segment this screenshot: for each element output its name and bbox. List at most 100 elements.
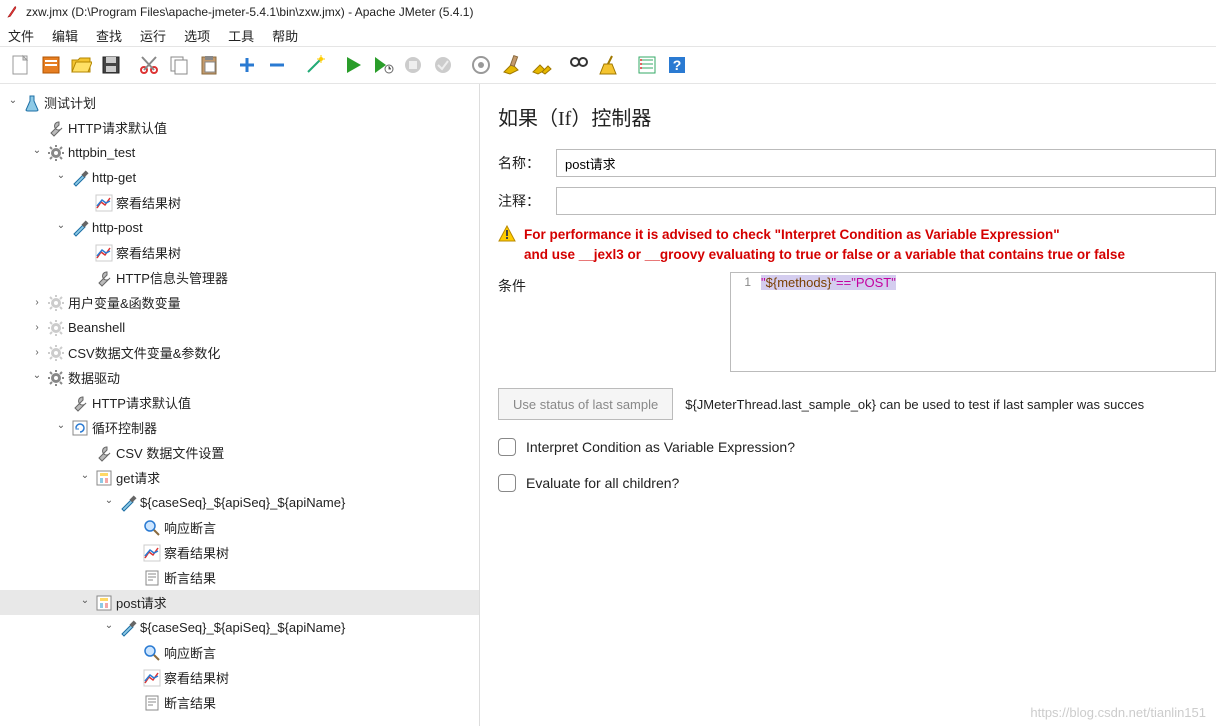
tree-row[interactable]: ⌄httpbin_test bbox=[0, 140, 479, 165]
menu-文件[interactable]: 文件 bbox=[8, 26, 34, 45]
broom-button[interactable] bbox=[594, 50, 624, 80]
caret-icon[interactable]: ⌄ bbox=[30, 144, 44, 158]
caret-icon[interactable]: › bbox=[30, 346, 44, 360]
clear-all-button[interactable] bbox=[526, 50, 556, 80]
tree-label: http-post bbox=[92, 220, 143, 235]
caret-icon bbox=[126, 696, 140, 710]
add-button[interactable] bbox=[232, 50, 262, 80]
menu-工具[interactable]: 工具 bbox=[228, 26, 254, 45]
comment-label: 注释： bbox=[498, 191, 556, 211]
tree-row[interactable]: 响应断言 bbox=[0, 640, 479, 665]
shutdown-button[interactable] bbox=[428, 50, 458, 80]
tree-row[interactable]: ⌄循环控制器 bbox=[0, 415, 479, 440]
open-button[interactable] bbox=[66, 50, 96, 80]
tree-row[interactable]: › 用户变量&函数变量 bbox=[0, 290, 479, 315]
cut-button[interactable] bbox=[134, 50, 164, 80]
paste-button[interactable] bbox=[194, 50, 224, 80]
tree-row[interactable]: HTTP请求默认值 bbox=[0, 115, 479, 140]
wand-button[interactable] bbox=[300, 50, 330, 80]
save-button[interactable] bbox=[96, 50, 126, 80]
interpret-check-row[interactable]: Interpret Condition as Variable Expressi… bbox=[498, 438, 1216, 456]
tree-row[interactable]: 察看结果树 bbox=[0, 240, 479, 265]
search-button[interactable] bbox=[564, 50, 594, 80]
menu-编辑[interactable]: 编辑 bbox=[52, 26, 78, 45]
name-label: 名称： bbox=[498, 153, 556, 173]
tree-row[interactable]: CSV 数据文件设置 bbox=[0, 440, 479, 465]
comment-input[interactable] bbox=[556, 187, 1216, 215]
run-button[interactable] bbox=[338, 50, 368, 80]
tree-row[interactable]: ⌄${caseSeq}_${apiSeq}_${apiName} bbox=[0, 615, 479, 640]
tree-row[interactable]: 察看结果树 bbox=[0, 665, 479, 690]
tree-row[interactable]: 断言结果 bbox=[0, 690, 479, 715]
copy-button[interactable] bbox=[164, 50, 194, 80]
tree-row[interactable]: ⌄数据驱动 bbox=[0, 365, 479, 390]
lens-icon bbox=[143, 644, 161, 662]
caret-icon[interactable]: ⌄ bbox=[30, 369, 44, 383]
caret-icon[interactable]: ⌄ bbox=[78, 594, 92, 608]
app-icon bbox=[6, 5, 20, 19]
caret-icon[interactable]: ⌄ bbox=[6, 94, 20, 108]
tree-row[interactable]: ⌄ post请求 bbox=[0, 590, 479, 615]
caret-icon[interactable]: ⌄ bbox=[54, 419, 68, 433]
options-button[interactable] bbox=[632, 50, 662, 80]
tree-row[interactable]: ⌄${caseSeq}_${apiSeq}_${apiName} bbox=[0, 490, 479, 515]
stop-button[interactable] bbox=[398, 50, 428, 80]
use-last-sample-button[interactable]: Use status of last sample bbox=[498, 388, 673, 420]
caret-icon[interactable]: ⌄ bbox=[78, 469, 92, 483]
new-file-button[interactable] bbox=[6, 50, 36, 80]
caret-icon[interactable]: › bbox=[30, 321, 44, 335]
menu-帮助[interactable]: 帮助 bbox=[272, 26, 298, 45]
gear-dim-icon bbox=[47, 294, 65, 312]
code-body[interactable]: "${methods}"=="POST" bbox=[757, 273, 1215, 371]
pipette-icon bbox=[119, 494, 137, 512]
caret-icon[interactable]: › bbox=[30, 296, 44, 310]
caret-icon bbox=[78, 246, 92, 260]
caret-icon[interactable]: ⌄ bbox=[102, 619, 116, 633]
tree-row[interactable]: 响应断言 bbox=[0, 515, 479, 540]
tree-pane[interactable]: ⌄测试计划HTTP请求默认值⌄httpbin_test⌄http-get察看结果… bbox=[0, 84, 480, 726]
caret-icon[interactable]: ⌄ bbox=[102, 494, 116, 508]
tree-row[interactable]: HTTP信息头管理器 bbox=[0, 265, 479, 290]
tree-row[interactable]: ⌄http-get bbox=[0, 165, 479, 190]
remove-button[interactable] bbox=[262, 50, 292, 80]
status-row: Use status of last sample ${JMeterThread… bbox=[498, 388, 1216, 420]
evaluate-check-row[interactable]: Evaluate for all children? bbox=[498, 474, 1216, 492]
caret-icon bbox=[78, 271, 92, 285]
condition-label: 条件 bbox=[498, 272, 730, 372]
tree-row[interactable]: ⌄测试计划 bbox=[0, 90, 479, 115]
tree-label: post请求 bbox=[116, 593, 167, 612]
caret-icon[interactable]: ⌄ bbox=[54, 169, 68, 183]
tree-row[interactable]: HTTP请求默认值 bbox=[0, 390, 479, 415]
toggle-button[interactable] bbox=[466, 50, 496, 80]
tree-row[interactable]: › Beanshell bbox=[0, 315, 479, 340]
help-button[interactable]: ? bbox=[662, 50, 692, 80]
evaluate-checkbox[interactable] bbox=[498, 474, 516, 492]
tree-label: Beanshell bbox=[68, 320, 125, 335]
caret-icon bbox=[54, 396, 68, 410]
name-input[interactable] bbox=[556, 149, 1216, 177]
menu-选项[interactable]: 选项 bbox=[184, 26, 210, 45]
caret-icon[interactable]: ⌄ bbox=[54, 219, 68, 233]
tree-label: HTTP信息头管理器 bbox=[116, 268, 228, 287]
tree-row[interactable]: 察看结果树 bbox=[0, 540, 479, 565]
chart-icon bbox=[143, 544, 161, 562]
tree-label: 用户变量&函数变量 bbox=[68, 293, 181, 312]
tree-row[interactable]: 断言结果 bbox=[0, 565, 479, 590]
menu-运行[interactable]: 运行 bbox=[140, 26, 166, 45]
tree-label: 响应断言 bbox=[164, 643, 216, 662]
tree-label: CSV数据文件变量&参数化 bbox=[68, 343, 220, 362]
run-no-timers-button[interactable] bbox=[368, 50, 398, 80]
menu-查找[interactable]: 查找 bbox=[96, 26, 122, 45]
tree-row[interactable]: 察看结果树 bbox=[0, 190, 479, 215]
warning-text: For performance it is advised to check "… bbox=[524, 225, 1125, 264]
clear-button[interactable] bbox=[496, 50, 526, 80]
condition-editor[interactable]: 1 "${methods}"=="POST" bbox=[730, 272, 1216, 372]
chart-icon bbox=[143, 669, 161, 687]
interpret-checkbox[interactable] bbox=[498, 438, 516, 456]
tree-row[interactable]: ⌄get请求 bbox=[0, 465, 479, 490]
caret-icon bbox=[78, 196, 92, 210]
templates-button[interactable] bbox=[36, 50, 66, 80]
tree-row[interactable]: › CSV数据文件变量&参数化 bbox=[0, 340, 479, 365]
caret-icon bbox=[78, 446, 92, 460]
tree-row[interactable]: ⌄ http-post bbox=[0, 215, 479, 240]
